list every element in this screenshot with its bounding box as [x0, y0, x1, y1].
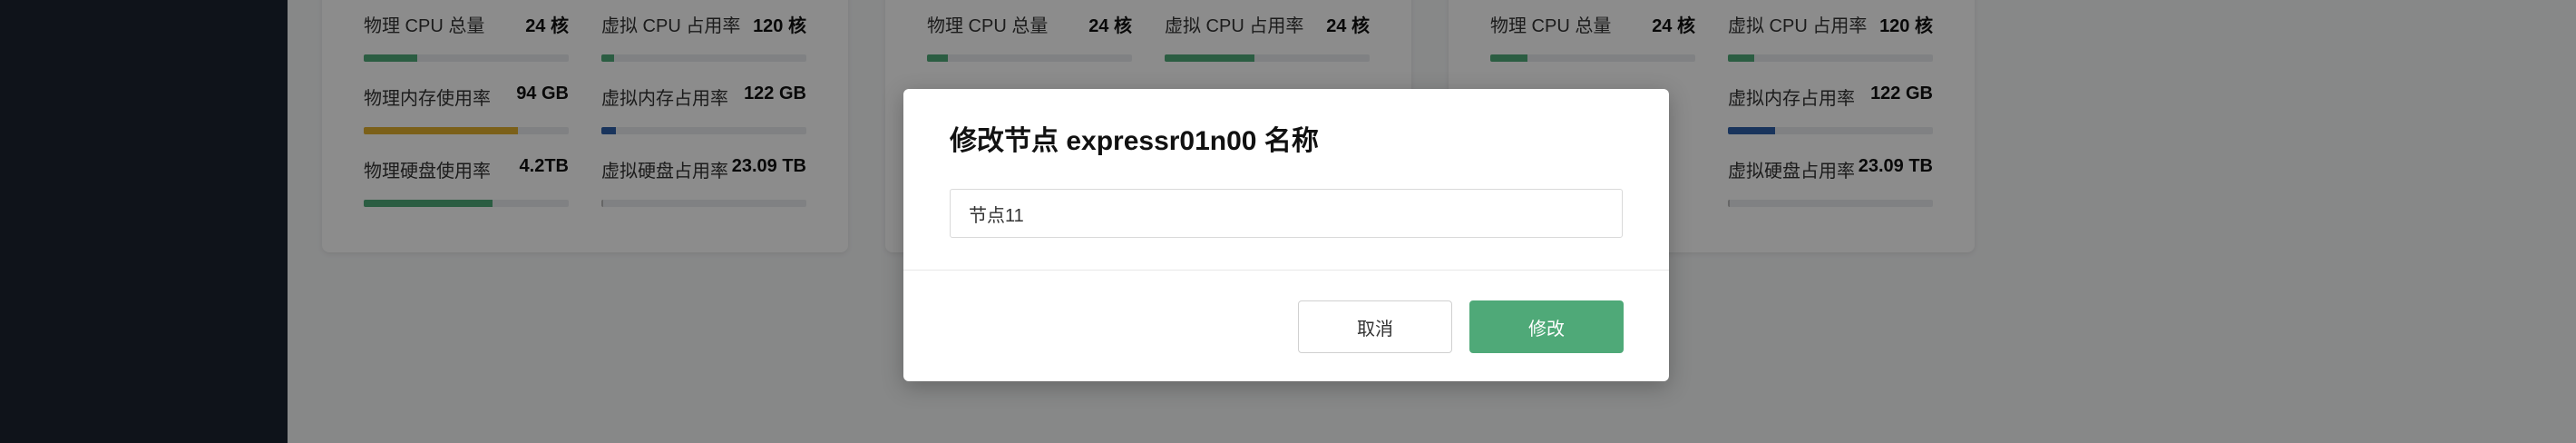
- rename-node-dialog: 修改节点 expressr01n00 名称 取消 修改: [903, 89, 1669, 381]
- cancel-button[interactable]: 取消: [1298, 300, 1452, 353]
- dialog-title: 修改节点 expressr01n00 名称: [950, 126, 1319, 156]
- node-name-input[interactable]: [950, 189, 1623, 238]
- submit-button[interactable]: 修改: [1469, 300, 1624, 353]
- dialog-divider: [903, 270, 1669, 271]
